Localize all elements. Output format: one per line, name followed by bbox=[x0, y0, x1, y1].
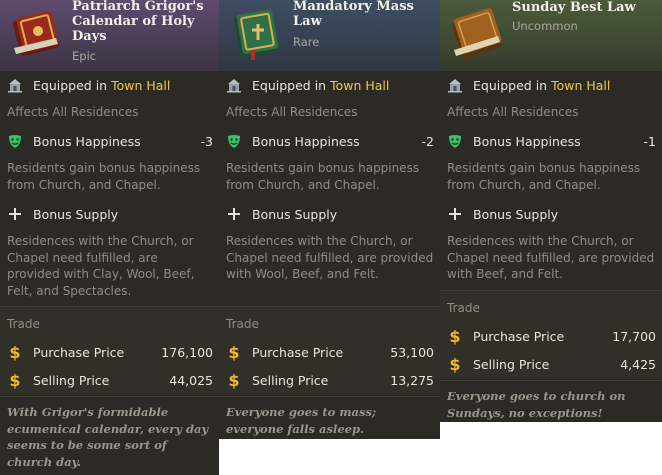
item-tooltip-calendar: Patriarch Grigor's Calendar of Holy Days… bbox=[0, 0, 219, 475]
purchase-value: 176,100 bbox=[161, 344, 213, 360]
supply-row: Bonus Supply bbox=[219, 203, 440, 225]
divider bbox=[440, 380, 662, 381]
equipped-building: Town Hall bbox=[111, 77, 171, 93]
happiness-mask-icon bbox=[226, 133, 242, 149]
purchase-label: Purchase Price bbox=[33, 344, 125, 360]
purchase-label: Purchase Price bbox=[473, 328, 565, 344]
holy-calendar-book-icon bbox=[12, 10, 60, 56]
happiness-label: Bonus Happiness bbox=[33, 133, 141, 149]
law-book-icon bbox=[451, 8, 503, 59]
coin-icon: $ bbox=[228, 342, 240, 362]
happiness-description: Residents gain bonus happiness from Chur… bbox=[447, 161, 641, 192]
purchase-value: 53,100 bbox=[390, 344, 434, 360]
equipped-row: Equipped in Town Hall bbox=[219, 74, 440, 96]
flavor-text: With Grigor's formidable ecumenical cale… bbox=[7, 405, 209, 469]
selling-price-row: $ Selling Price 4,425 bbox=[440, 353, 662, 375]
tooltip-header: Mandatory Mass Law Rare bbox=[219, 0, 440, 71]
coin-icon: $ bbox=[449, 326, 461, 346]
town-hall-icon bbox=[226, 77, 242, 93]
selling-label: Selling Price bbox=[473, 356, 550, 372]
supply-description: Residences with the Church, or Chapel ne… bbox=[447, 234, 655, 281]
flavor-text: Everyone goes to church on Sundays, no e… bbox=[447, 389, 626, 420]
selling-label: Selling Price bbox=[33, 372, 110, 388]
equipped-prefix: Equipped in bbox=[252, 77, 331, 93]
supply-row: Bonus Supply bbox=[0, 203, 219, 225]
happiness-value: -3 bbox=[200, 133, 213, 149]
law-book-icon bbox=[234, 9, 279, 60]
tooltip-header: Patriarch Grigor's Calendar of Holy Days… bbox=[0, 0, 219, 71]
affects-label: Affects All Residences bbox=[447, 105, 579, 119]
coin-icon: $ bbox=[228, 370, 240, 390]
item-title: Sunday Best Law bbox=[512, 0, 636, 15]
item-tooltip-sunday-best: Sunday Best Law Uncommon Equipped in Tow… bbox=[440, 0, 662, 422]
selling-price-row: $ Selling Price 13,275 bbox=[219, 369, 440, 391]
happiness-row: Bonus Happiness -1 bbox=[440, 130, 662, 152]
happiness-label: Bonus Happiness bbox=[252, 133, 360, 149]
rarity-label: Rare bbox=[293, 35, 320, 49]
equipped-building: Town Hall bbox=[551, 77, 611, 93]
coin-icon: $ bbox=[9, 370, 21, 390]
affects-label: Affects All Residences bbox=[226, 105, 358, 119]
item-tooltip-mandatory-mass: Mandatory Mass Law Rare Equipped in Town… bbox=[219, 0, 440, 439]
town-hall-icon bbox=[7, 77, 23, 93]
supply-description: Residences with the Church, or Chapel ne… bbox=[226, 234, 434, 281]
equipped-prefix: Equipped in bbox=[33, 77, 112, 93]
happiness-description: Residents gain bonus happiness from Chur… bbox=[226, 161, 420, 192]
supply-label: Bonus Supply bbox=[473, 206, 559, 222]
selling-value: 13,275 bbox=[390, 372, 434, 388]
affects-label: Affects All Residences bbox=[7, 105, 139, 119]
purchase-price-row: $ Purchase Price 176,100 bbox=[0, 341, 219, 363]
divider bbox=[0, 396, 219, 397]
equipped-row: Equipped in Town Hall bbox=[440, 74, 662, 96]
trade-label: Trade bbox=[447, 301, 480, 315]
divider bbox=[219, 396, 440, 397]
happiness-value: -2 bbox=[421, 133, 434, 149]
happiness-mask-icon bbox=[7, 133, 23, 149]
trade-label: Trade bbox=[7, 317, 40, 331]
happiness-value: -1 bbox=[643, 133, 656, 149]
item-title: Mandatory Mass Law bbox=[293, 0, 414, 29]
happiness-row: Bonus Happiness -2 bbox=[219, 130, 440, 152]
supply-description: Residences with the Church, or Chapel ne… bbox=[7, 234, 195, 298]
happiness-row: Bonus Happiness -3 bbox=[0, 130, 219, 152]
purchase-value: 17,700 bbox=[612, 328, 656, 344]
purchase-price-row: $ Purchase Price 17,700 bbox=[440, 325, 662, 347]
rarity-label: Epic bbox=[72, 49, 97, 63]
happiness-description: Residents gain bonus happiness from Chur… bbox=[7, 161, 201, 192]
supply-label: Bonus Supply bbox=[252, 206, 338, 222]
plus-icon bbox=[226, 206, 242, 222]
coin-icon: $ bbox=[449, 354, 461, 374]
happiness-label: Bonus Happiness bbox=[473, 133, 581, 149]
supply-row: Bonus Supply bbox=[440, 203, 662, 225]
rarity-label: Uncommon bbox=[512, 19, 578, 33]
trade-label: Trade bbox=[226, 317, 259, 331]
selling-label: Selling Price bbox=[252, 372, 329, 388]
equipped-row: Equipped in Town Hall bbox=[0, 74, 219, 96]
flavor-text: Everyone goes to mass; everyone falls as… bbox=[226, 405, 377, 436]
coin-icon: $ bbox=[9, 342, 21, 362]
plus-icon bbox=[447, 206, 463, 222]
plus-icon bbox=[7, 206, 23, 222]
item-title: Patriarch Grigor's Calendar of Holy Days bbox=[72, 0, 204, 44]
tooltip-header: Sunday Best Law Uncommon bbox=[440, 0, 662, 71]
purchase-price-row: $ Purchase Price 53,100 bbox=[219, 341, 440, 363]
equipped-prefix: Equipped in bbox=[473, 77, 552, 93]
equipped-building: Town Hall bbox=[330, 77, 390, 93]
selling-value: 44,025 bbox=[169, 372, 213, 388]
supply-label: Bonus Supply bbox=[33, 206, 119, 222]
selling-value: 4,425 bbox=[620, 356, 656, 372]
happiness-mask-icon bbox=[447, 133, 463, 149]
selling-price-row: $ Selling Price 44,025 bbox=[0, 369, 219, 391]
purchase-label: Purchase Price bbox=[252, 344, 344, 360]
town-hall-icon bbox=[447, 77, 463, 93]
